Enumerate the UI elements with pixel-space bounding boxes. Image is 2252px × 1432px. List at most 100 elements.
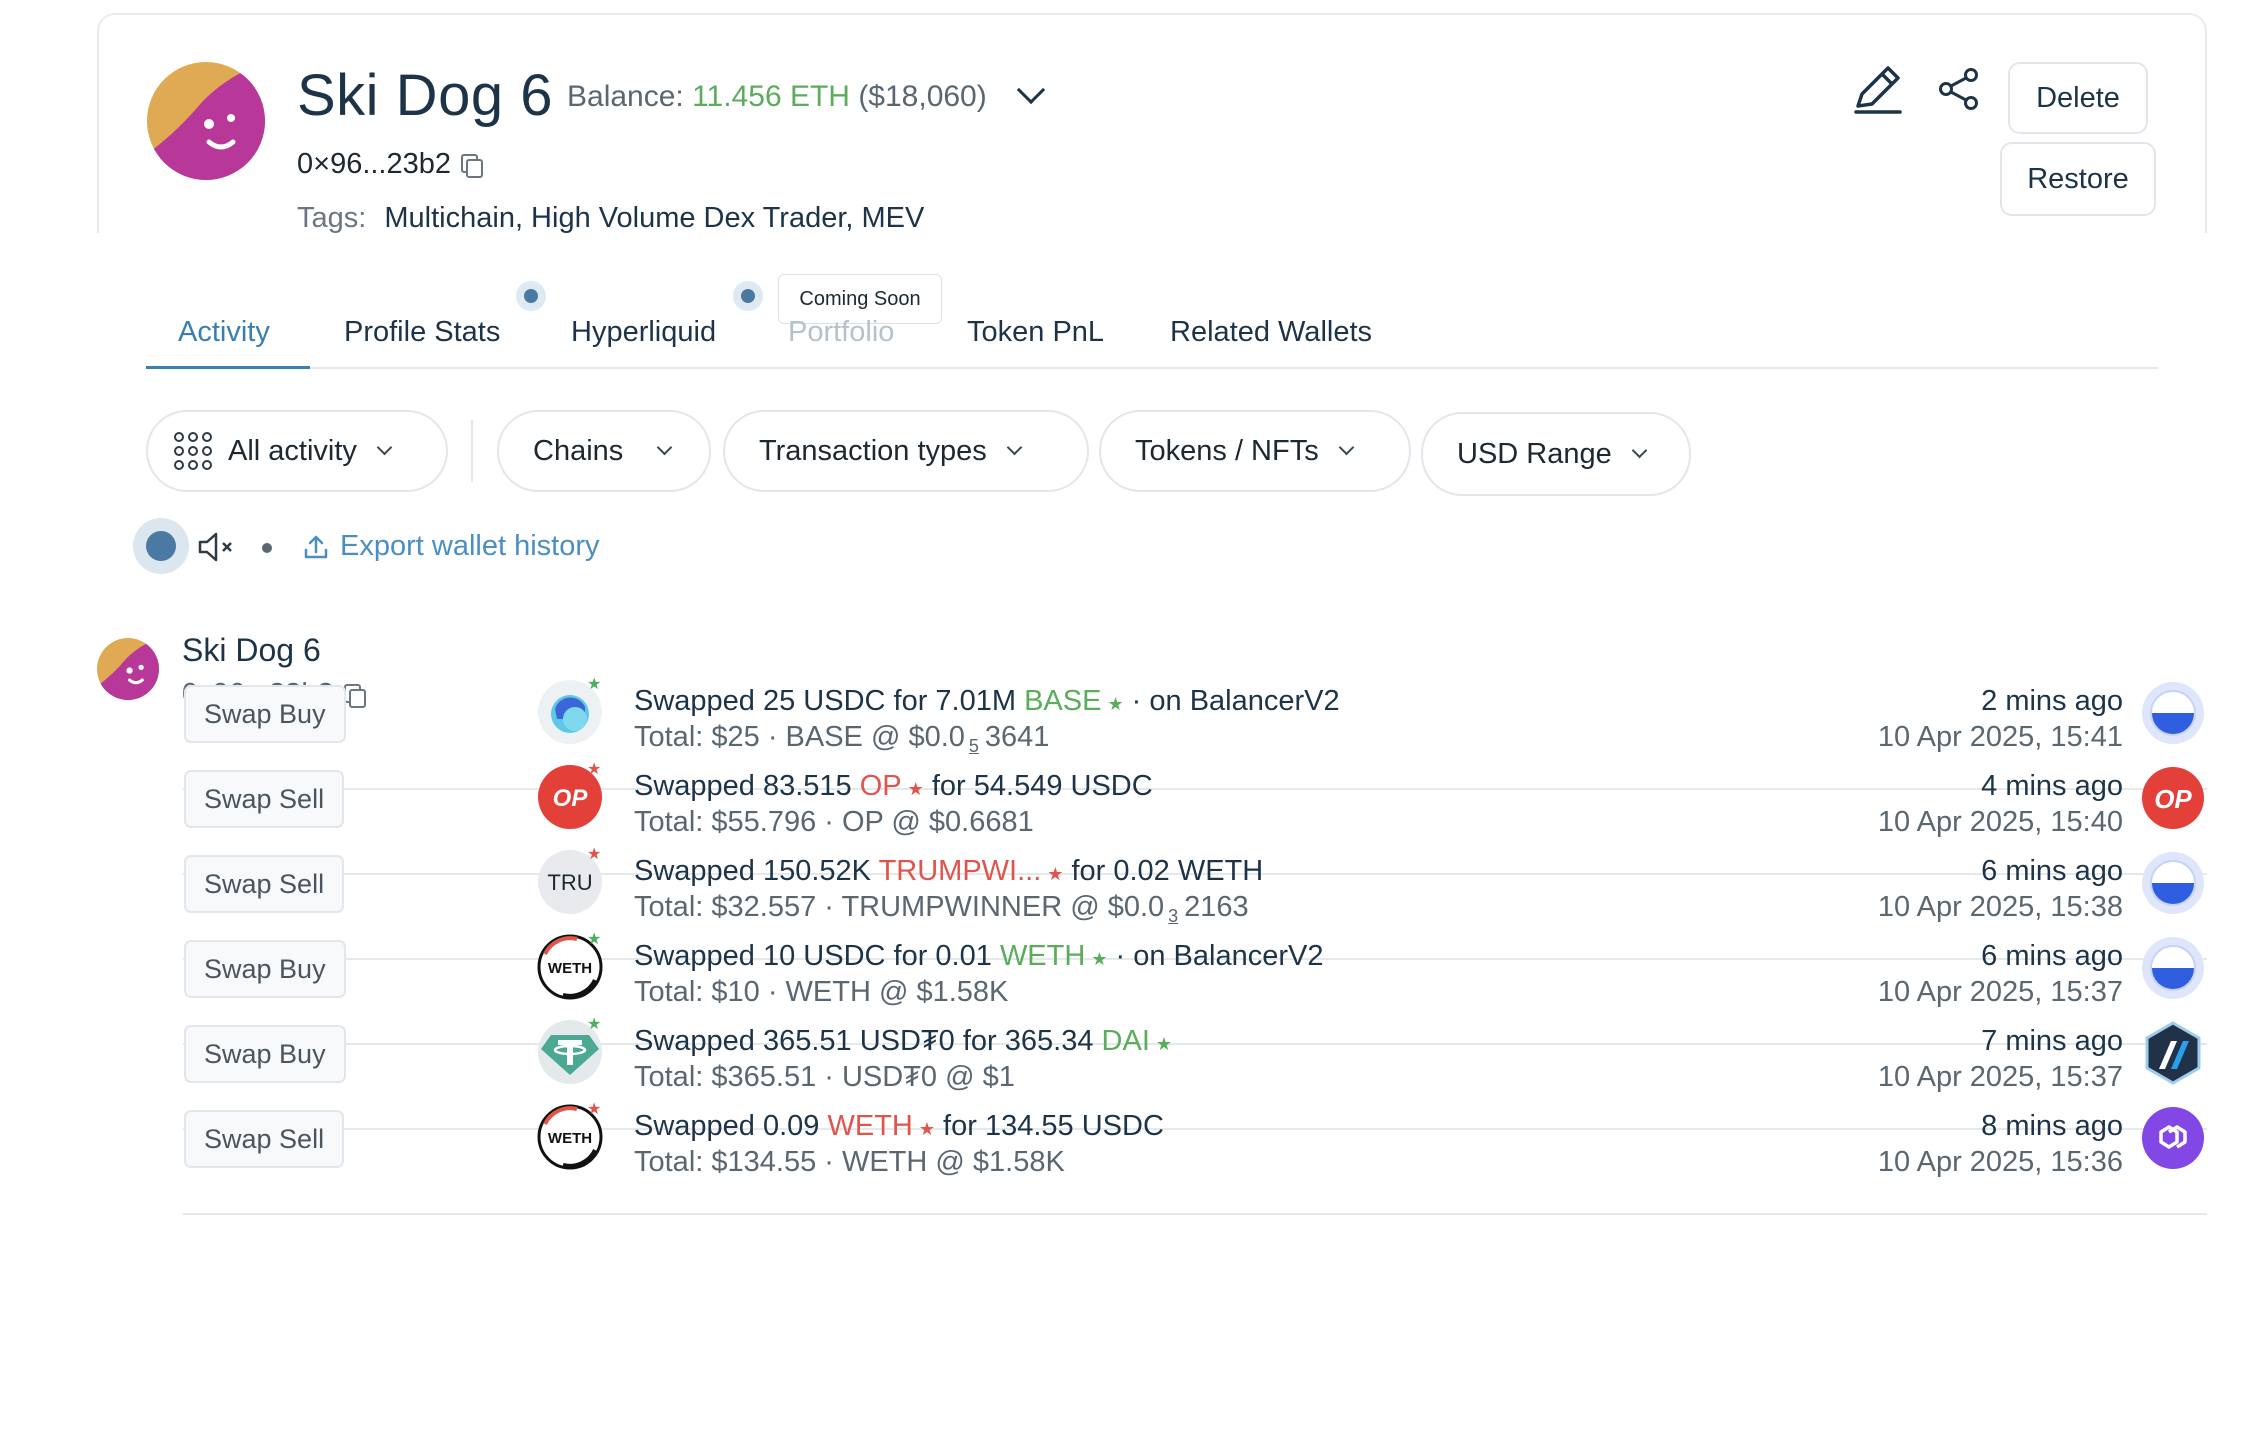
total-text: Total: $25 · BASE @ $0.0 xyxy=(634,721,965,753)
usd-range-filter[interactable]: USD Range xyxy=(1421,412,1691,496)
token-star-icon: ★ xyxy=(918,1119,935,1139)
favorite-star-icon: ★ xyxy=(587,1101,602,1118)
group-wallet-name[interactable]: Ski Dog 6 xyxy=(182,632,321,669)
token-link[interactable]: OP xyxy=(860,770,902,802)
svg-text:OP: OP xyxy=(553,785,589,812)
base-chain-icon[interactable] xyxy=(2141,851,2205,915)
time-ago[interactable]: 4 mins ago xyxy=(1981,770,2123,803)
tabs-divider xyxy=(146,367,2158,369)
tab-token-pnl[interactable]: Token PnL xyxy=(967,316,1104,349)
chevron-down-icon xyxy=(1338,439,1354,455)
token-link[interactable]: DAI xyxy=(1102,1025,1150,1057)
transaction-summary: Swapped 150.52K TRUMPWI... ★ for 0.02 WET… xyxy=(634,855,1263,888)
svg-text:WETH: WETH xyxy=(548,1130,592,1147)
transaction-summary: Swapped 25 USDC for 7.01M BASE ★ · on Bal… xyxy=(634,685,1340,718)
transaction-total: Total: $365.51 · USD₮0 @ $1 xyxy=(634,1061,1015,1094)
chevron-down-icon xyxy=(376,439,393,455)
transaction-type-badge: Swap Buy xyxy=(184,940,346,998)
grid-dots-icon xyxy=(174,432,212,470)
transaction-summary: Swapped 83.515 OP ★ for 54.549 USDC xyxy=(634,770,1153,803)
favorite-star-icon: ★ xyxy=(587,931,602,948)
transaction-type-badge: Swap Sell xyxy=(184,770,345,828)
token-link[interactable]: WETH xyxy=(1000,940,1085,972)
pencil-icon[interactable] xyxy=(1848,60,1906,118)
transaction-summary: Swapped 10 USDC for 0.01 WETH ★ · on Bala… xyxy=(634,940,1323,973)
chains-label: Chains xyxy=(533,434,624,467)
transaction-row[interactable]: Swap Sell WETH ★ Swapped 0.09 WETH ★ for … xyxy=(183,1092,2207,1215)
transaction-type-badge: Swap Buy xyxy=(184,685,346,743)
transaction-total: Total: $10 · WETH @ $1.58K xyxy=(634,976,1008,1009)
all-activity-label: All activity xyxy=(228,434,357,467)
favorite-star-icon: ★ xyxy=(587,676,602,693)
summary-suffix: for 0.02 WETH xyxy=(1063,855,1264,887)
copy-icon[interactable] xyxy=(461,153,484,178)
usd-range-label: USD Range xyxy=(1457,437,1612,470)
wallet-name-title: Ski Dog 6 xyxy=(297,63,553,128)
polygon-chain-icon[interactable] xyxy=(2141,1106,2205,1170)
token-link[interactable]: WETH xyxy=(827,1110,912,1142)
svg-text:TRU: TRU xyxy=(547,870,592,895)
tab-hyperliquid[interactable]: Hyperliquid xyxy=(571,316,716,349)
wallet-tags: Tags: Multichain, High Volume Dex Trader… xyxy=(297,202,924,235)
chevron-down-icon xyxy=(1631,442,1648,458)
tab-related-wallets[interactable]: Related Wallets xyxy=(1170,316,1372,349)
export-label: Export wallet history xyxy=(340,530,600,562)
chevron-down-icon xyxy=(1006,439,1023,455)
time-ago[interactable]: 6 mins ago xyxy=(1981,940,2123,973)
total-digits: 2163 xyxy=(1184,891,1249,923)
base-chain-icon[interactable] xyxy=(2141,936,2205,1000)
arbitrum-chain-icon[interactable] xyxy=(2141,1021,2205,1085)
tab-portfolio: Portfolio xyxy=(788,316,895,348)
balance-usd: ($18,060) xyxy=(858,80,987,113)
summary-suffix: · on BalancerV2 xyxy=(1107,940,1324,972)
separator-dot xyxy=(262,543,272,553)
token-link[interactable]: TRUMPWI... xyxy=(879,855,1042,887)
time-ago[interactable]: 6 mins ago xyxy=(1981,855,2123,888)
active-tab-indicator xyxy=(146,366,310,369)
wallet-balance[interactable]: Balance: 11.456 ETH ($18,060) xyxy=(567,75,1046,114)
optimism-chain-icon[interactable]: OP xyxy=(2141,766,2205,830)
base-chain-icon[interactable] xyxy=(2141,681,2205,745)
transaction-type-badge: Swap Sell xyxy=(184,855,345,913)
timestamp: 10 Apr 2025, 15:41 xyxy=(1877,721,2123,753)
time-ago[interactable]: 2 mins ago xyxy=(1981,685,2123,718)
transaction-types-filter[interactable]: Transaction types xyxy=(723,410,1089,492)
token-star-icon: ★ xyxy=(1047,864,1064,884)
portfolio-new-badge xyxy=(733,281,763,311)
timestamp: 10 Apr 2025, 15:40 xyxy=(1877,806,2123,838)
tags-label: Tags: xyxy=(297,202,367,234)
time-ago[interactable]: 8 mins ago xyxy=(1981,1110,2123,1143)
token-link[interactable]: BASE xyxy=(1024,685,1101,717)
tab-profile-stats[interactable]: Profile Stats xyxy=(344,316,500,349)
total-text: Total: $55.796 · OP @ $0.6681 xyxy=(634,806,1034,838)
export-wallet-history-link[interactable]: Export wallet history xyxy=(302,530,600,563)
share-icon[interactable] xyxy=(1930,60,1988,118)
delete-button[interactable]: Delete xyxy=(2008,62,2148,134)
summary-text: Swapped 0.09 xyxy=(634,1110,828,1142)
all-activity-filter[interactable]: All activity xyxy=(146,410,448,492)
balance-label: Balance: xyxy=(567,80,684,113)
summary-suffix: · on BalancerV2 xyxy=(1123,685,1340,717)
transaction-total: Total: $55.796 · OP @ $0.6681 xyxy=(634,806,1034,839)
transaction-total: Total: $134.55 · WETH @ $1.58K xyxy=(634,1146,1065,1179)
favorite-star-icon: ★ xyxy=(587,761,602,778)
total-text: Total: $10 · WETH @ $1.58K xyxy=(634,976,1009,1008)
speaker-muted-icon[interactable] xyxy=(196,530,236,564)
chains-filter[interactable]: Chains xyxy=(497,410,711,492)
wallet-address: 0×96...23b2 xyxy=(297,148,484,181)
time-ago[interactable]: 7 mins ago xyxy=(1981,1025,2123,1058)
wallet-address-text: 0×96...23b2 xyxy=(297,148,452,180)
tokens-nfts-filter[interactable]: Tokens / NFTs xyxy=(1099,410,1411,492)
chevron-down-icon[interactable] xyxy=(1016,75,1046,105)
restore-button[interactable]: Restore xyxy=(2000,142,2156,216)
chevron-down-icon xyxy=(657,439,673,455)
tab-activity[interactable]: Activity xyxy=(178,316,270,349)
tags-value: Multichain, High Volume Dex Trader, MEV xyxy=(384,202,925,234)
summary-text: Swapped 83.515 xyxy=(634,770,860,802)
live-toggle[interactable] xyxy=(133,518,189,574)
tokens-nfts-label: Tokens / NFTs xyxy=(1135,434,1319,467)
wallet-avatar xyxy=(147,62,265,180)
timestamp: 10 Apr 2025, 15:36 xyxy=(1877,1146,2123,1178)
token-star-icon: ★ xyxy=(1107,694,1124,714)
transaction-types-label: Transaction types xyxy=(759,434,987,467)
